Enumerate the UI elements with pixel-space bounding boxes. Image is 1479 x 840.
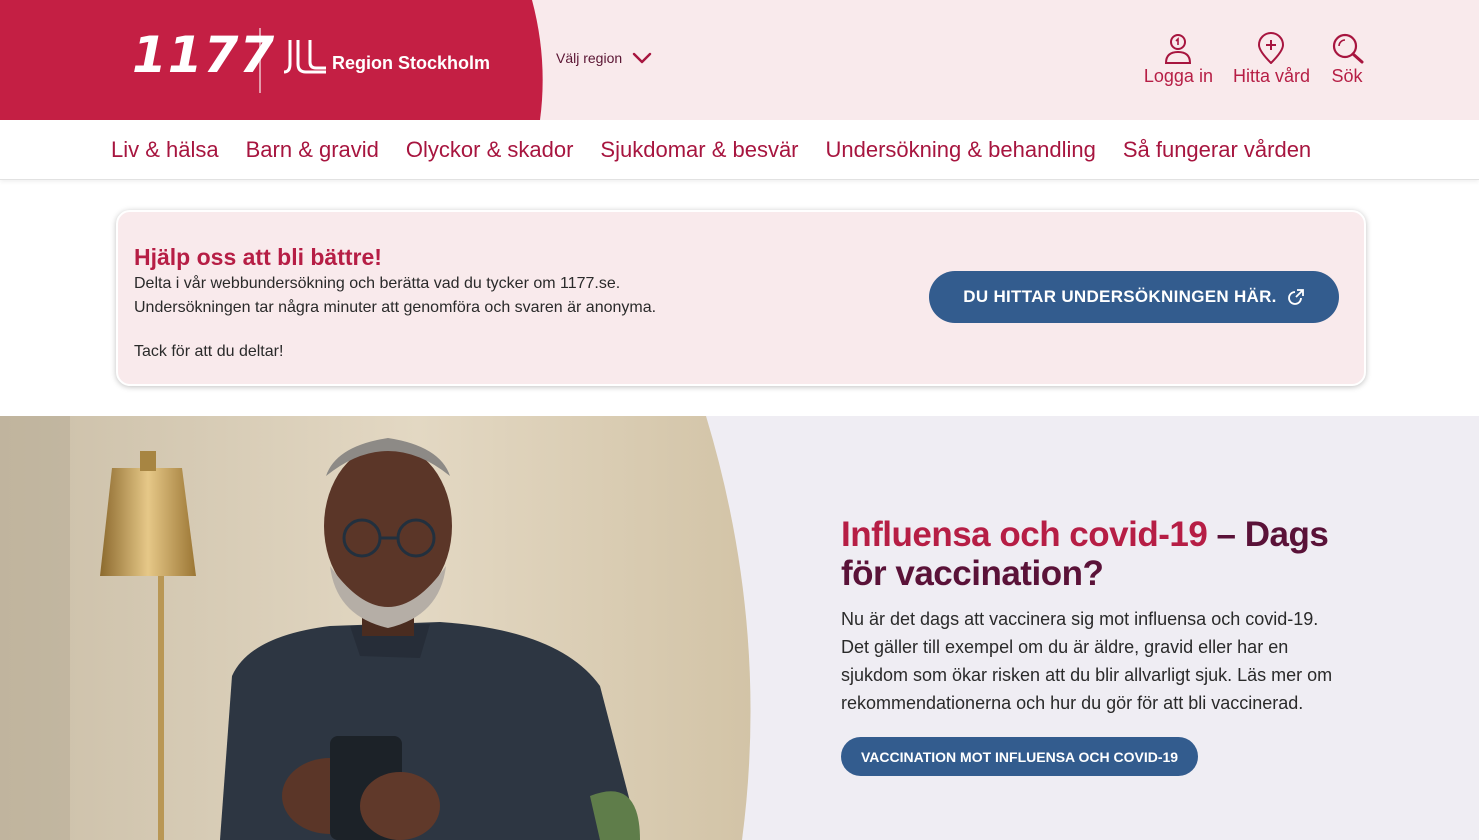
survey-section: Hjälp oss att bli bättre! Delta i vår we…	[0, 180, 1479, 416]
nav-item-barn-gravid[interactable]: Barn & gravid	[246, 137, 379, 163]
nav-item-olyckor-skador[interactable]: Olyckor & skador	[406, 137, 574, 163]
region-stockholm-mark-icon	[284, 40, 326, 74]
external-link-icon	[1287, 289, 1304, 305]
survey-button-label: DU HITTAR UNDERSÖKNINGEN HÄR.	[963, 287, 1277, 306]
location-pin-icon	[1258, 32, 1285, 64]
search-button[interactable]: Sök	[1330, 32, 1364, 87]
vaccination-button-label: VACCINATION MOT INFLUENSA OCH COVID-19	[861, 748, 1179, 765]
survey-line-3: Tack för att du deltar!	[134, 343, 284, 360]
vaccination-button[interactable]: VACCINATION MOT INFLUENSA OCH COVID-19	[841, 737, 1199, 776]
search-icon	[1332, 33, 1364, 64]
survey-title: Hjälp oss att bli bättre!	[134, 244, 382, 270]
login-button[interactable]: Logga in	[1144, 32, 1213, 87]
region-logo-text: Region Stockholm	[332, 53, 491, 73]
nav-item-undersokning-behandling[interactable]: Undersökning & behandling	[826, 137, 1096, 163]
find-care-button[interactable]: Hitta vård	[1233, 32, 1310, 87]
login-label: Logga in	[1143, 66, 1213, 86]
top-actions: Logga in Hitta vård Sök	[1144, 32, 1364, 87]
search-label: Sök	[1331, 66, 1363, 86]
region-select-label: Välj region	[556, 50, 623, 66]
logo-divider	[259, 28, 261, 93]
survey-button[interactable]: DU HITTAR UNDERSÖKNINGEN HÄR.	[929, 271, 1339, 323]
hero-photo	[0, 416, 751, 840]
brand-block: 1177 Region Stockholm	[0, 0, 560, 120]
nav-item-sa-fungerar-varden[interactable]: Så fungerar vården	[1123, 137, 1311, 163]
logo-1177[interactable]: 1177	[132, 30, 275, 80]
hero-text: Influensa och covid-19 – Dags för vaccin…	[841, 515, 1351, 776]
nav-item-sjukdomar-besvar[interactable]: Sjukdomar & besvär	[600, 137, 798, 163]
user-icon	[1165, 34, 1192, 64]
find-care-label: Hitta vård	[1232, 66, 1310, 86]
main-nav: Liv & hälsa Barn & gravid Olyckor & skad…	[0, 120, 1479, 180]
survey-banner: Hjälp oss att bli bättre! Delta i vår we…	[116, 210, 1366, 386]
site-header: 1177 Region Stockholm Välj region Logga …	[0, 0, 1479, 120]
hero-section: Influensa och covid-19 – Dags för vaccin…	[0, 416, 1479, 840]
hero-title: Influensa och covid-19 – Dags för vaccin…	[841, 515, 1351, 593]
region-select[interactable]: Välj region	[556, 50, 652, 66]
nav-item-liv-halsa[interactable]: Liv & hälsa	[111, 137, 219, 163]
chevron-down-icon	[632, 52, 652, 64]
region-stockholm-logo[interactable]: Region Stockholm	[284, 40, 490, 74]
hero-body: Nu är det dags att vaccinera sig mot inf…	[841, 609, 1333, 713]
survey-line-2: Undersökningen tar några minuter att gen…	[134, 299, 657, 316]
hero-title-part-1: Influensa och covid-19	[841, 515, 1208, 554]
survey-line-1: Delta i vår webbundersökning och berätta…	[134, 275, 621, 292]
